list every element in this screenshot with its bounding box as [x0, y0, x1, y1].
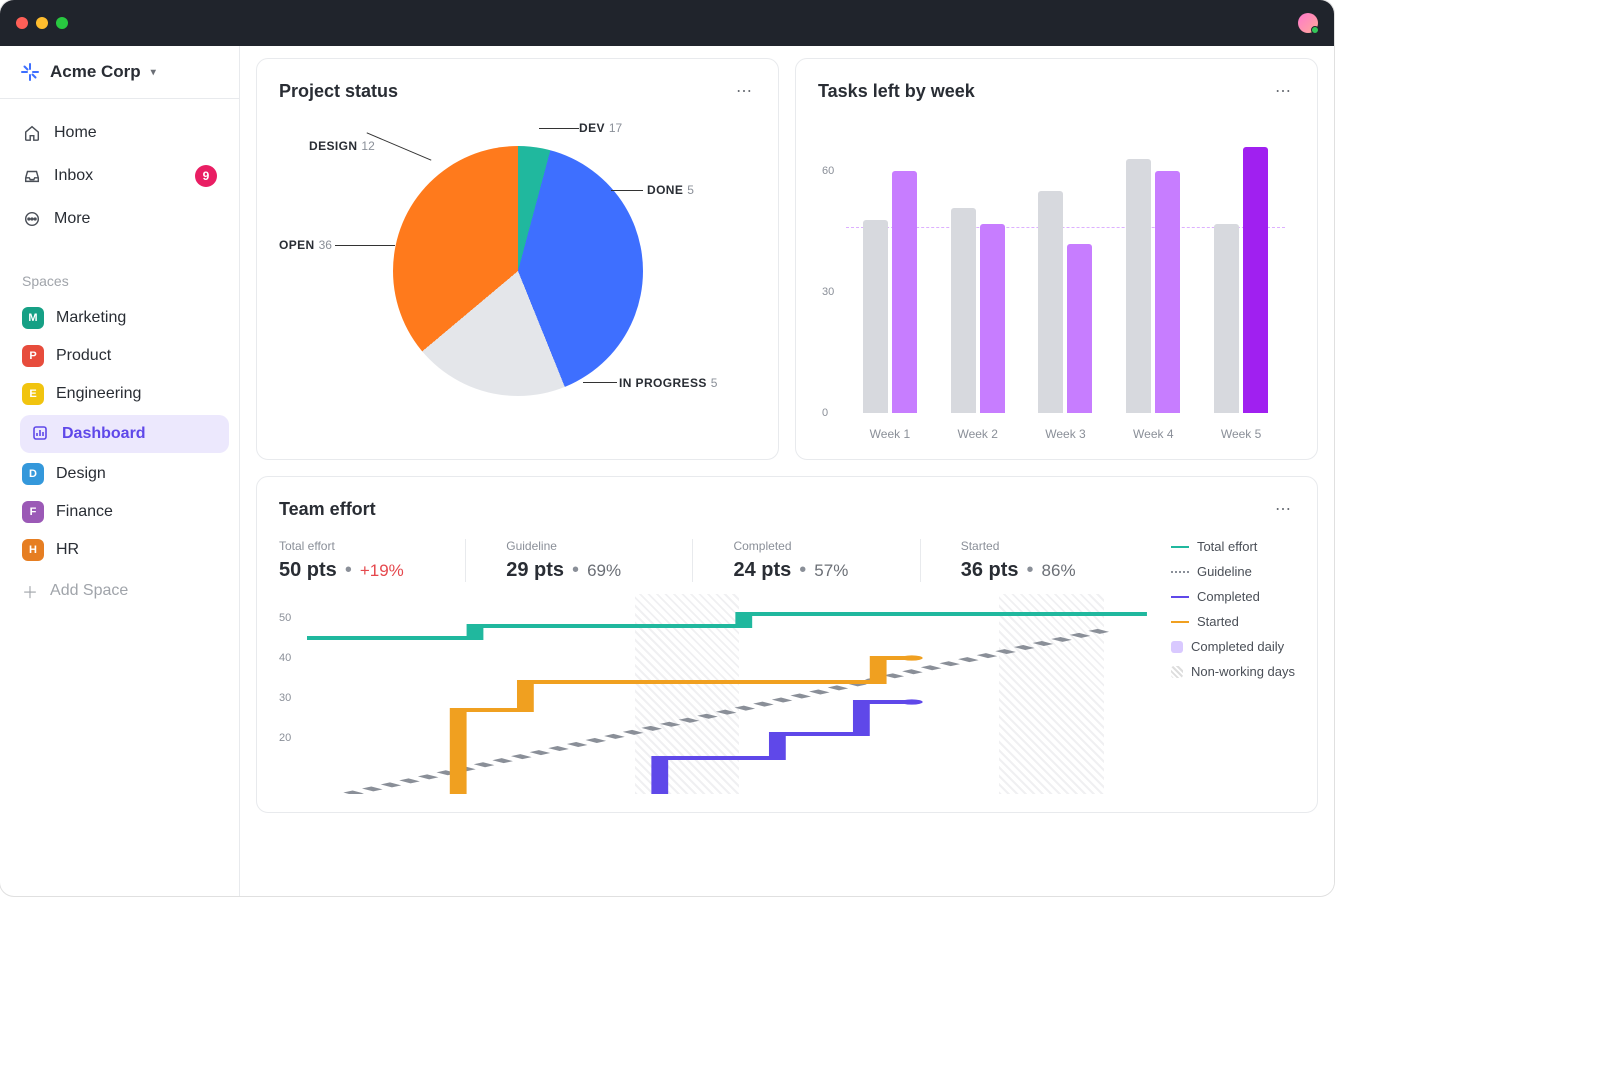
pie-label-open: OPEN36	[279, 238, 332, 252]
space-chip: P	[22, 345, 44, 367]
main-content: Project status ⋯ DEV17 DONE5 IN PROGRESS…	[240, 46, 1334, 896]
nav-label: More	[54, 210, 90, 228]
space-chip: D	[22, 463, 44, 485]
card-title: Team effort	[279, 499, 376, 520]
space-label: Design	[56, 465, 106, 483]
nav-home[interactable]: Home	[10, 113, 229, 153]
space-chip: H	[22, 539, 44, 561]
titlebar	[0, 0, 1334, 46]
home-icon	[22, 123, 42, 143]
space-hr[interactable]: H HR	[0, 531, 239, 569]
space-finance[interactable]: F Finance	[0, 493, 239, 531]
chevron-down-icon: ▾	[151, 67, 156, 78]
effort-legend: Total effort Guideline Completed Started…	[1171, 539, 1295, 794]
card-menu-button[interactable]: ⋯	[1271, 495, 1295, 523]
space-marketing[interactable]: M Marketing	[0, 299, 239, 337]
pie-chart: DEV17 DONE5 IN PROGRESS5 OPEN36 DESIGN12	[279, 121, 756, 421]
line-chart: 50 40 30 20	[279, 594, 1147, 794]
window-controls	[16, 17, 68, 29]
space-label: HR	[56, 541, 79, 559]
card-title: Tasks left by week	[818, 81, 975, 102]
nav-label: Home	[54, 124, 97, 142]
card-title: Project status	[279, 81, 398, 102]
spaces-heading: Spaces	[0, 253, 239, 299]
space-label: Engineering	[56, 385, 141, 403]
card-menu-button[interactable]: ⋯	[1271, 77, 1295, 105]
sub-item-label: Dashboard	[62, 425, 146, 443]
nav-inbox[interactable]: Inbox 9	[10, 155, 229, 197]
dashboard-icon	[32, 425, 50, 443]
workspace-logo-icon	[20, 62, 40, 82]
pie-label-dev: DEV17	[579, 121, 622, 135]
sidebar: Acme Corp ▾ Home Inbox 9 More Spaces	[0, 46, 240, 896]
nav-more[interactable]: More	[10, 199, 229, 239]
bar-chart: 0 30 60 Week 1Week 2Week 3Week 4Week 5	[818, 121, 1295, 441]
inbox-badge: 9	[195, 165, 217, 187]
more-icon	[22, 209, 42, 229]
card-tasks-left: Tasks left by week ⋯ 0 30 60 Week 1Week …	[795, 58, 1318, 460]
pie-label-in-progress: IN PROGRESS5	[619, 376, 717, 390]
minimize-window[interactable]	[36, 17, 48, 29]
user-avatar[interactable]	[1298, 13, 1318, 33]
space-chip: M	[22, 307, 44, 329]
space-engineering[interactable]: E Engineering	[0, 375, 239, 413]
pie-label-design: DESIGN12	[309, 139, 375, 153]
space-label: Marketing	[56, 309, 126, 327]
pie-label-done: DONE5	[647, 183, 694, 197]
space-label: Product	[56, 347, 111, 365]
add-space-button[interactable]: ＋ Add Space	[0, 569, 239, 613]
card-menu-button[interactable]: ⋯	[732, 77, 756, 105]
close-window[interactable]	[16, 17, 28, 29]
plus-icon: ＋	[22, 579, 38, 603]
nav-label: Inbox	[54, 167, 93, 185]
workspace-switcher[interactable]: Acme Corp ▾	[0, 46, 239, 99]
space-chip: F	[22, 501, 44, 523]
inbox-icon	[22, 166, 42, 186]
card-project-status: Project status ⋯ DEV17 DONE5 IN PROGRESS…	[256, 58, 779, 460]
card-team-effort: Team effort ⋯ Total effort50 pts•+19%Gui…	[256, 476, 1318, 813]
space-label: Finance	[56, 503, 113, 521]
add-space-label: Add Space	[50, 582, 128, 600]
maximize-window[interactable]	[56, 17, 68, 29]
space-product[interactable]: P Product	[0, 337, 239, 375]
space-sub-dashboard[interactable]: Dashboard	[20, 415, 229, 453]
space-design[interactable]: D Design	[0, 455, 239, 493]
space-chip: E	[22, 383, 44, 405]
workspace-name: Acme Corp	[50, 62, 141, 82]
